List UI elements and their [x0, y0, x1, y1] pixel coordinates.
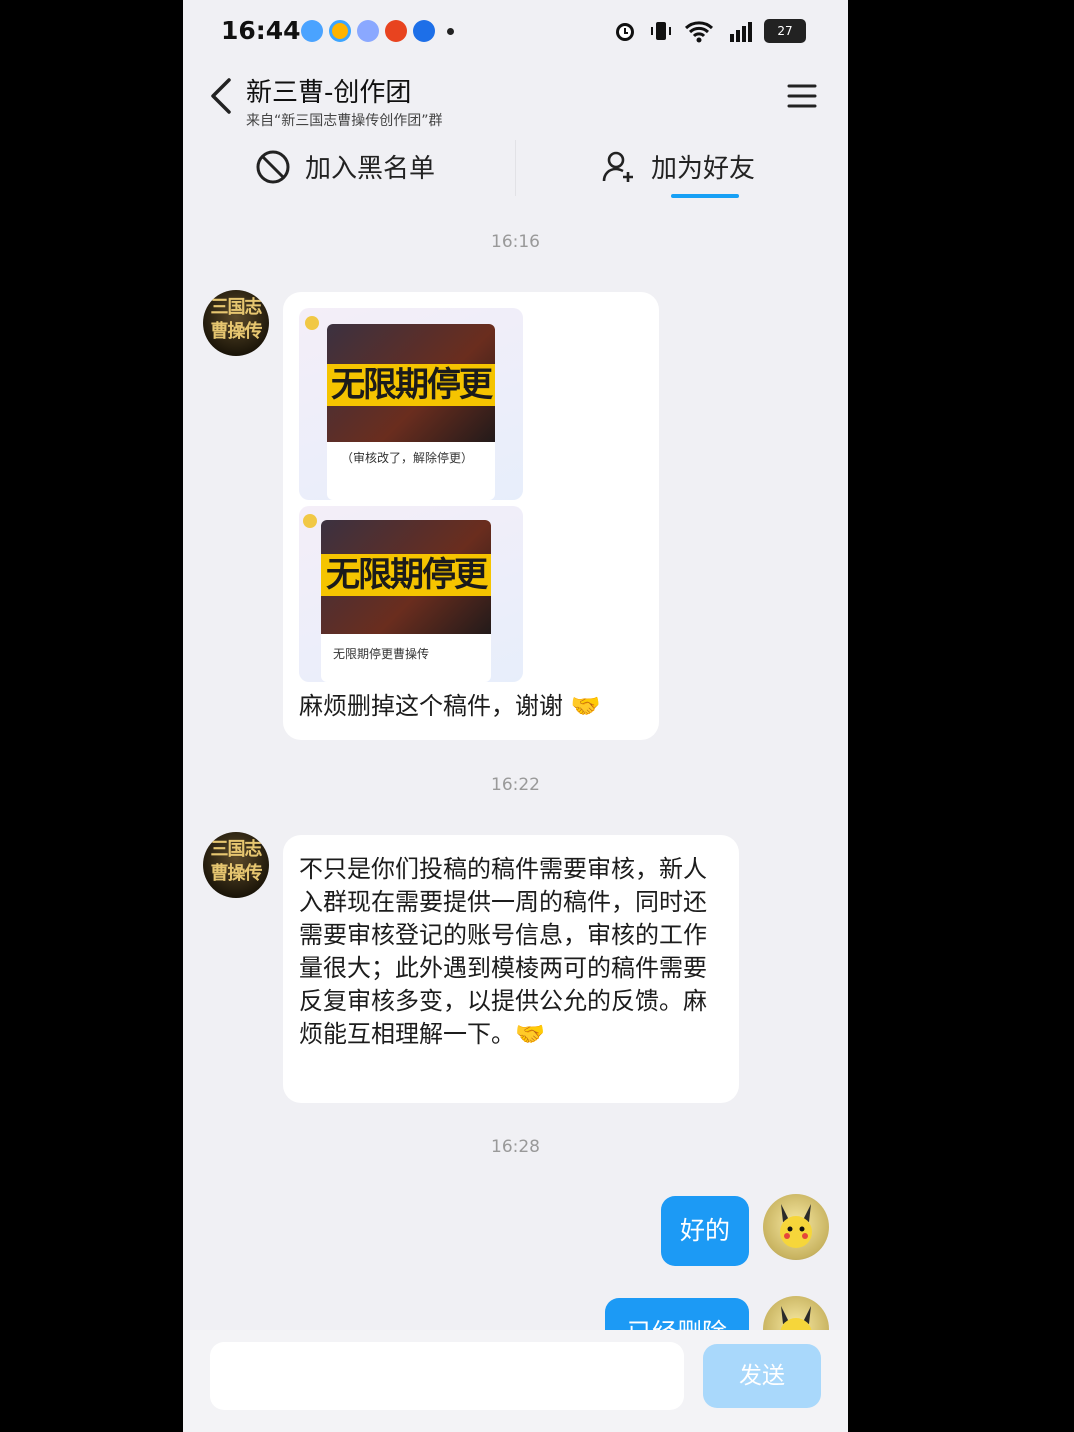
app-notification-icon — [413, 20, 435, 42]
menu-icon[interactable] — [786, 80, 818, 112]
source-app-icon — [303, 514, 317, 528]
shared-video-card[interactable]: 无限期停更 （审核改了，解除停更） — [299, 308, 523, 500]
app-notification-icon — [301, 20, 323, 42]
thumbnail-title: 无限期停更 — [321, 554, 491, 596]
my-message-bubble[interactable]: 好的 — [661, 1196, 749, 1266]
more-notifications-dot-icon — [447, 27, 454, 35]
vibrate-icon — [651, 22, 671, 40]
chat-header: 新三曹-创作团 来自“新三国志曹操传创作团”群 — [183, 62, 848, 140]
block-icon — [256, 150, 290, 183]
app-notification-icon — [357, 20, 379, 42]
shared-video-card[interactable]: 无限期停更 无限期停更曹操传 — [299, 506, 523, 682]
video-card-inner: 无限期停更 （审核改了，解除停更） — [327, 324, 495, 500]
add-friend-label: 加为好友 — [651, 154, 756, 184]
video-thumbnail: 无限期停更 — [321, 520, 491, 634]
send-button[interactable]: 发送 — [703, 1344, 821, 1408]
avatar-logo-text: 三国志曹操传 — [210, 839, 263, 884]
video-card-inner: 无限期停更 无限期停更曹操传 — [321, 520, 491, 682]
actions-divider — [515, 140, 516, 196]
add-to-blacklist-label: 加入黑名单 — [305, 154, 436, 184]
message-timestamp: 16:16 — [491, 232, 540, 252]
video-thumbnail: 无限期停更 — [327, 324, 495, 442]
message-text: 麻烦删掉这个稿件，谢谢 🤝 — [299, 692, 601, 720]
sender-avatar[interactable]: 三国志曹操传 — [203, 832, 269, 898]
message-input-bar: 发送 — [183, 1330, 848, 1432]
pikachu-avatar-icon — [780, 1204, 812, 1248]
add-to-blacklist-button[interactable]: 加入黑名单 — [255, 148, 435, 185]
my-avatar[interactable] — [763, 1194, 829, 1260]
signal-5g-icon — [730, 22, 752, 42]
active-tab-indicator — [671, 194, 739, 198]
app-notification-icon — [329, 20, 351, 42]
status-bar: 16:44 27 — [183, 0, 848, 62]
wifi-icon — [684, 21, 714, 43]
avatar-logo-text: 三国志曹操传 — [210, 297, 263, 342]
sender-avatar[interactable]: 三国志曹操传 — [203, 290, 269, 356]
back-chevron-icon[interactable] — [205, 76, 239, 116]
message-bubble[interactable]: 不只是你们投稿的稿件需要审核，新人入群现在需要提供一周的稿件，同时还需要审核登记… — [283, 835, 739, 1103]
battery-icon: 27 — [764, 19, 806, 43]
message-timestamp: 16:22 — [491, 775, 540, 795]
alarm-icon — [616, 23, 634, 41]
chat-title: 新三曹-创作团 — [246, 78, 412, 108]
source-app-icon — [305, 316, 319, 330]
message-input[interactable] — [210, 1342, 684, 1410]
app-notification-icon — [385, 20, 407, 42]
notification-icons — [301, 20, 454, 42]
add-friend-button[interactable]: 加为好友 — [601, 148, 755, 185]
thumbnail-title: 无限期停更 — [327, 364, 495, 406]
video-caption: 无限期停更曹操传 — [333, 647, 430, 661]
status-time: 16:44 — [221, 16, 301, 45]
message-bubble[interactable]: 无限期停更 （审核改了，解除停更） 无限期停更 无限期停更曹操传 麻烦删掉这个稿… — [283, 292, 659, 740]
message-timestamp: 16:28 — [491, 1137, 540, 1157]
video-caption: （审核改了，解除停更） — [341, 451, 474, 465]
stranger-actions-bar: 加入黑名单 加为好友 — [183, 140, 848, 200]
chat-screen: 16:44 27 新三曹-创作团 来自“新三国志曹操传创作团”群 加入黑名单 加… — [183, 0, 848, 1432]
add-user-icon — [602, 151, 633, 182]
system-icons: 27 — [612, 18, 806, 44]
chat-subtitle: 来自“新三国志曹操传创作团”群 — [246, 113, 443, 129]
message-text: 不只是你们投稿的稿件需要审核，新人入群现在需要提供一周的稿件，同时还需要审核登记… — [299, 855, 707, 1048]
